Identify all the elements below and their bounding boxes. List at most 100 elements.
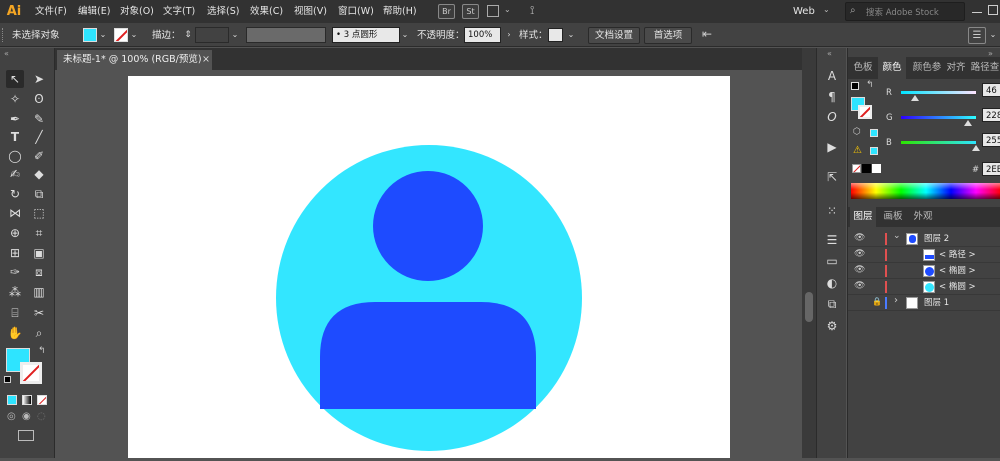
stock-button[interactable]: St [462, 4, 479, 19]
perspective-grid-tool-icon[interactable]: ⌗ [30, 224, 48, 242]
fill-color-swatch[interactable] [83, 28, 97, 42]
menu-type[interactable]: 文字(T) [163, 4, 195, 19]
align-panel-icon[interactable]: ☰ [968, 27, 986, 44]
red-slider-track[interactable] [901, 91, 976, 94]
layer-row[interactable]: 👁 < 椭圆 > [848, 279, 1000, 295]
tab-align[interactable]: 对齐 [944, 57, 968, 79]
vertical-scrollbar[interactable] [802, 48, 816, 458]
gamut-swatch[interactable] [870, 147, 878, 155]
out-of-web-icon[interactable]: ⬡ [853, 127, 861, 137]
layer-name[interactable]: < 椭圆 > [939, 279, 976, 295]
stroke-stepper-icon[interactable]: ⇕ [183, 28, 193, 42]
tab-color[interactable]: 颜色 [878, 57, 906, 79]
width-tool-icon[interactable]: ⋈ [6, 204, 24, 222]
color-mode-icon[interactable] [7, 395, 17, 405]
menu-select[interactable]: 选择(S) [207, 4, 239, 19]
bridge-button[interactable]: Br [438, 4, 455, 19]
menu-window[interactable]: 窗口(W) [338, 4, 374, 19]
layer-row[interactable]: 👁 < 路径 > [848, 247, 1000, 263]
column-graph-tool-icon[interactable]: ▥ [30, 283, 48, 301]
blend-tool-icon[interactable]: ⧈ [30, 263, 48, 281]
graphic-style-swatch[interactable] [548, 28, 563, 42]
visibility-eye-icon[interactable]: 👁 [854, 249, 865, 259]
swap-colors-icon[interactable]: ↰ [866, 80, 874, 90]
variable-width-profile[interactable] [246, 27, 326, 43]
red-value-field[interactable]: 46 [982, 83, 1000, 97]
stroke-none-swatch[interactable] [114, 28, 128, 42]
none-color-icon[interactable] [852, 164, 861, 173]
stroke-panel-icon[interactable]: ▭ [822, 251, 842, 271]
chevron-down-icon[interactable]: ⌄ [566, 28, 576, 42]
chevron-down-icon[interactable]: ⌄ [98, 28, 108, 42]
blue-slider-track[interactable] [901, 141, 976, 144]
eyedropper-tool-icon[interactable]: ✑ [6, 263, 24, 281]
arrange-icon[interactable]: ⇤ [702, 27, 712, 41]
green-value-field[interactable]: 228 [982, 108, 1000, 122]
gradient-mode-icon[interactable] [22, 395, 32, 405]
menu-panel-icon[interactable]: ☰ [822, 230, 842, 250]
opentype-panel-icon[interactable]: O [822, 107, 842, 127]
menu-edit[interactable]: 编辑(E) [78, 4, 110, 19]
brush-definition-dropdown[interactable]: • 3 点圆形 [332, 27, 400, 43]
artboard[interactable] [128, 76, 730, 458]
shaper-tool-icon[interactable]: ✍ [6, 165, 24, 183]
tab-pathfinder[interactable]: 路径查 [970, 57, 1000, 79]
swap-colors-icon[interactable]: ↰ [38, 346, 46, 356]
document-setup-button[interactable]: 文档设置 [588, 27, 640, 44]
tab-artboards[interactable]: 画板 [880, 207, 906, 227]
free-transform-tool-icon[interactable]: ⬚ [30, 204, 48, 222]
green-slider-track[interactable] [901, 116, 976, 119]
layer-name[interactable]: 图层 2 [924, 231, 949, 247]
links-panel-icon[interactable]: ⧉ [822, 294, 842, 314]
collapse-icon[interactable]: « [4, 49, 9, 58]
tab-layers[interactable]: 图层 [850, 207, 876, 227]
opacity-label[interactable]: 不透明度： [417, 29, 465, 42]
slice-tool-icon[interactable]: ✂ [30, 304, 48, 322]
tab-color-guide[interactable]: 颜色参 [912, 57, 942, 79]
blue-slider-thumb[interactable] [972, 145, 980, 151]
chevron-down-icon[interactable]: ⌄ [129, 28, 139, 42]
magic-wand-tool-icon[interactable]: ✧ [6, 90, 24, 108]
blue-value-field[interactable]: 255 [982, 133, 1000, 147]
layer-name[interactable]: 图层 1 [924, 295, 949, 311]
direct-selection-tool-icon[interactable]: ➤ [30, 70, 48, 88]
gradient-tool-icon[interactable]: ▣ [30, 244, 48, 262]
draw-behind-icon[interactable]: ◉ [22, 411, 31, 422]
zoom-tool-icon[interactable]: ⌕ [30, 324, 48, 342]
layer-name[interactable]: < 路径 > [939, 247, 976, 263]
arrange-documents-icon[interactable] [487, 5, 499, 17]
paragraph-panel-icon[interactable]: ¶ [822, 87, 842, 107]
shape-builder-tool-icon[interactable]: ⊕ [6, 224, 24, 242]
hex-value-field[interactable]: 2EE4FF [982, 162, 1000, 176]
close-icon[interactable]: × [202, 50, 210, 70]
hand-tool-icon[interactable]: ✋ [6, 324, 24, 342]
green-slider-thumb[interactable] [964, 120, 973, 126]
lock-icon[interactable]: 🔒 [872, 297, 882, 306]
character-panel-icon[interactable]: A [822, 66, 842, 86]
layer-name[interactable]: < 椭圆 > [939, 263, 976, 279]
lasso-tool-icon[interactable]: ʘ [30, 90, 48, 108]
menu-object[interactable]: 对象(O) [120, 4, 154, 19]
chevron-down-icon[interactable]: ⌄ [504, 5, 511, 14]
collapse-icon[interactable]: « [827, 49, 832, 58]
ellipse-tool-icon[interactable]: ◯ [6, 147, 24, 165]
default-colors-icon[interactable] [4, 376, 11, 383]
pen-tool-icon[interactable]: ✒ [6, 110, 24, 128]
transparency-panel-icon[interactable]: ◐ [822, 273, 842, 293]
color-spectrum[interactable] [851, 183, 1000, 199]
draw-inside-icon[interactable]: ◌ [37, 411, 46, 422]
actions-panel-icon[interactable]: ▶ [822, 137, 842, 157]
scale-tool-icon[interactable]: ⧉ [30, 185, 48, 203]
gpu-performance-icon[interactable]: ⟟ [530, 3, 534, 18]
chevron-down-icon[interactable]: ⌄ [988, 28, 998, 42]
line-tool-icon[interactable]: ╱ [30, 128, 48, 146]
screen-mode-icon[interactable] [18, 430, 34, 441]
eraser-tool-icon[interactable]: ◆ [30, 165, 48, 183]
stroke-label[interactable]: 描边： [152, 29, 181, 42]
opacity-field[interactable]: 100% [464, 27, 501, 43]
chevron-down-icon[interactable]: ⌄ [893, 231, 901, 241]
symbol-sprayer-tool-icon[interactable]: ⁂ [6, 283, 24, 301]
out-of-gamut-warning-icon[interactable]: ⚠ [853, 145, 862, 156]
layer-row[interactable]: 👁 < 椭圆 > [848, 263, 1000, 279]
red-slider-thumb[interactable] [910, 95, 919, 101]
